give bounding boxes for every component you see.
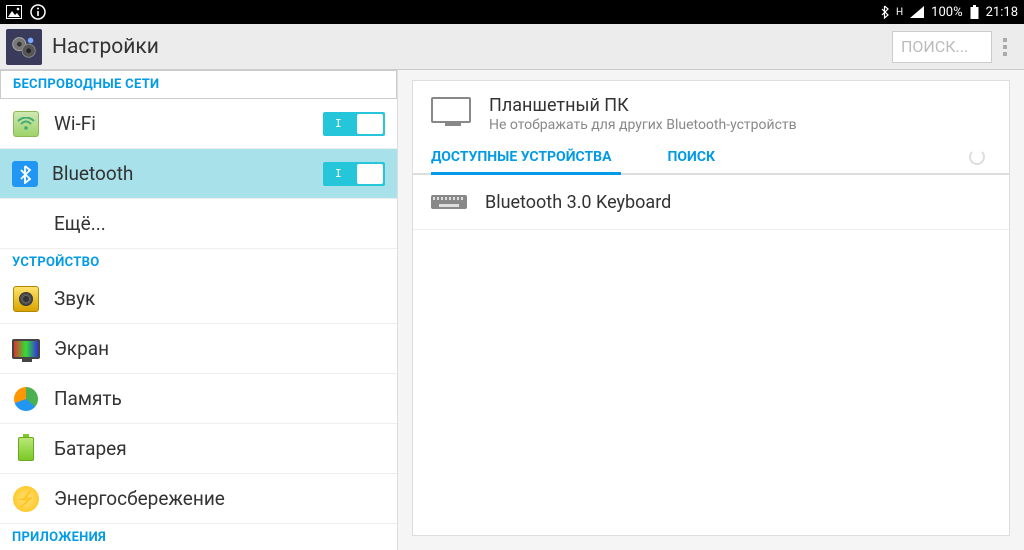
own-device-row[interactable]: Планшетный ПК Не отображать для других B… xyxy=(413,81,1009,141)
status-bar: H 100% 21:18 xyxy=(0,0,1024,24)
clock: 21:18 xyxy=(986,5,1018,20)
tab-available-devices[interactable]: ДОСТУПНЫЕ УСТРОЙСТВА xyxy=(431,141,611,173)
sidebar-item-sound[interactable]: Звук xyxy=(0,274,397,324)
bluetooth-toggle[interactable]: I xyxy=(323,162,385,186)
screen-label: Экран xyxy=(54,337,385,360)
memory-icon xyxy=(12,385,40,413)
bluetooth-status-icon xyxy=(880,5,889,19)
section-apps: ПРИЛОЖЕНИЯ xyxy=(0,524,397,549)
section-wireless: БЕСПРОВОДНЫЕ СЕТИ xyxy=(0,70,397,99)
network-type: H xyxy=(896,7,903,18)
battery-percent: 100% xyxy=(931,5,962,20)
overflow-menu-button[interactable] xyxy=(992,30,1018,64)
sound-label: Звук xyxy=(54,287,385,310)
info-icon xyxy=(30,4,46,20)
page-title: Настройки xyxy=(52,35,892,59)
own-device-name: Планшетный ПК xyxy=(489,95,797,116)
screen-icon xyxy=(12,335,40,363)
signal-icon xyxy=(910,6,924,18)
bluetooth-panel: Планшетный ПК Не отображать для других B… xyxy=(412,80,1010,536)
tab-underline xyxy=(431,172,621,175)
app-header: Настройки ПОИСК... xyxy=(0,24,1024,70)
sidebar-item-energy[interactable]: ⚡ Энергосбережение xyxy=(0,474,397,524)
device-tabs: ДОСТУПНЫЕ УСТРОЙСТВА ПОИСК xyxy=(413,141,1009,175)
sound-icon xyxy=(12,285,40,313)
sidebar-item-battery[interactable]: Батарея xyxy=(0,424,397,474)
sidebar-item-memory[interactable]: Память xyxy=(0,374,397,424)
energy-label: Энергосбережение xyxy=(54,487,385,510)
sidebar-item-more[interactable]: Ещё... xyxy=(0,199,397,249)
more-label: Ещё... xyxy=(54,212,385,235)
tab-scan[interactable]: ПОИСК xyxy=(667,141,715,173)
bluetooth-icon xyxy=(12,161,38,187)
search-input[interactable]: ПОИСК... xyxy=(892,31,992,63)
content-area: Планшетный ПК Не отображать для других B… xyxy=(398,70,1024,550)
image-notification-icon xyxy=(6,5,22,19)
keyboard-icon xyxy=(431,191,467,213)
sidebar: БЕСПРОВОДНЫЕ СЕТИ Wi-Fi I Bluetooth I Ещ… xyxy=(0,70,398,550)
battery-icon xyxy=(970,5,979,19)
wifi-toggle[interactable]: I xyxy=(323,112,385,136)
main-area: БЕСПРОВОДНЫЕ СЕТИ Wi-Fi I Bluetooth I Ещ… xyxy=(0,70,1024,550)
sidebar-item-wifi[interactable]: Wi-Fi I xyxy=(0,99,397,149)
battery-label: Батарея xyxy=(54,437,385,460)
found-device-name: Bluetooth 3.0 Keyboard xyxy=(485,192,671,213)
laptop-icon xyxy=(431,97,471,123)
sidebar-item-bluetooth[interactable]: Bluetooth I xyxy=(0,149,397,199)
battery-icon xyxy=(12,435,40,463)
settings-app-icon xyxy=(6,29,42,65)
found-device-row[interactable]: Bluetooth 3.0 Keyboard xyxy=(413,175,1009,230)
energy-icon: ⚡ xyxy=(12,485,40,513)
section-device: УСТРОЙСТВО xyxy=(0,249,397,274)
own-device-visibility: Не отображать для других Bluetooth-устро… xyxy=(489,117,797,133)
sidebar-item-screen[interactable]: Экран xyxy=(0,324,397,374)
bluetooth-label: Bluetooth xyxy=(52,162,323,185)
wifi-icon xyxy=(12,110,40,138)
scanning-spinner-icon xyxy=(969,149,985,165)
memory-label: Память xyxy=(54,387,385,410)
wifi-label: Wi-Fi xyxy=(54,112,323,135)
